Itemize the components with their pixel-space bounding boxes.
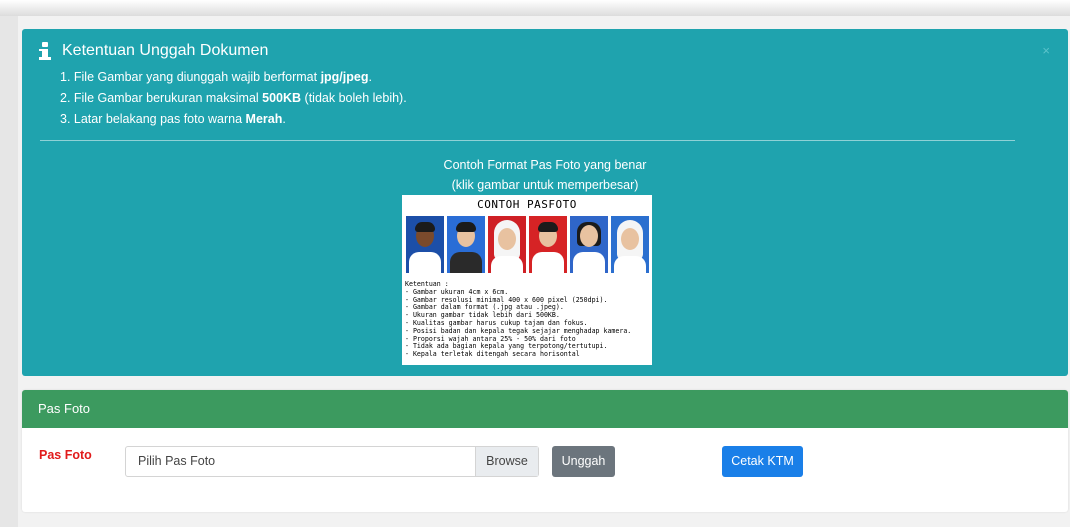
sample-photo-image[interactable]: CONTOH PASFOTO Ketentuan : - Gambar ukur… (402, 195, 652, 365)
photo-3 (488, 216, 526, 273)
list-item: 1. File Gambar yang diunggah wajib berfo… (60, 70, 372, 84)
close-icon[interactable]: × (1042, 43, 1050, 58)
file-input-placeholder[interactable]: Pilih Pas Foto (126, 447, 475, 476)
sample-rules-text: Ketentuan : - Gambar ukuran 4cm x 6cm. -… (405, 280, 632, 359)
browse-button[interactable]: Browse (475, 447, 538, 476)
divider (40, 140, 1015, 141)
sample-image-title: CONTOH PASFOTO (477, 198, 577, 211)
upload-rules-alert: Ketentuan Unggah Dokumen × 1. File Gamba… (22, 29, 1068, 376)
pas-foto-label: Pas Foto (39, 448, 92, 462)
photo-6 (611, 216, 649, 273)
photo-5 (570, 216, 608, 273)
upload-button[interactable]: Unggah (552, 446, 615, 477)
window-left-strip (0, 16, 18, 527)
list-item: 2. File Gambar berukuran maksimal 500KB … (60, 91, 407, 105)
panel-title: Pas Foto (22, 390, 1068, 428)
window-top-strip (0, 0, 1070, 16)
pas-foto-panel: Pas Foto Pas Foto Pilih Pas Foto Browse … (22, 390, 1068, 512)
photo-1 (406, 216, 444, 273)
sample-photos (406, 216, 649, 273)
rules-list: 1. File Gambar yang diunggah wajib berfo… (60, 67, 407, 130)
file-input[interactable]: Pilih Pas Foto Browse (125, 446, 539, 477)
alert-title: Ketentuan Unggah Dokumen (62, 42, 269, 59)
photo-4 (529, 216, 567, 273)
sample-hint: (klik gambar untuk memperbesar) (451, 178, 639, 192)
alert-header: Ketentuan Unggah Dokumen (38, 41, 268, 61)
sample-title: Contoh Format Pas Foto yang benar (443, 158, 647, 172)
info-icon (38, 41, 52, 61)
list-item: 3. Latar belakang pas foto warna Merah. (60, 112, 286, 126)
print-ktm-button[interactable]: Cetak KTM (722, 446, 803, 477)
photo-2 (447, 216, 485, 273)
